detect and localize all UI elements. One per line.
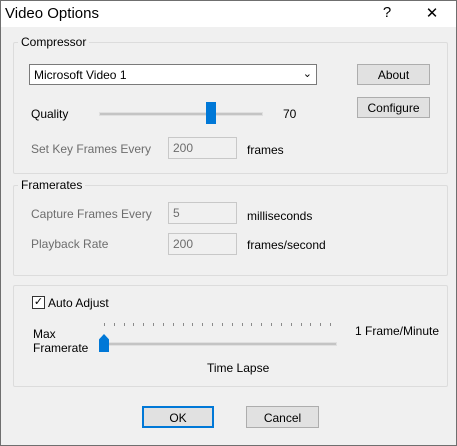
about-button[interactable]: About — [357, 64, 430, 85]
framerate-slider-tick — [173, 323, 174, 326]
title-bar: Video Options ? ✕ — [1, 1, 456, 27]
framerate-slider-tick — [124, 323, 125, 326]
close-icon[interactable]: ✕ — [422, 4, 442, 22]
max-framerate-label-line1: Max — [33, 327, 56, 341]
framerate-value: 1 Frame/Minute — [355, 324, 440, 338]
compressor-select[interactable]: Microsoft Video 1 ⌄ — [29, 64, 317, 85]
framerate-slider-tick — [281, 323, 282, 326]
quality-value: 70 — [283, 107, 297, 121]
framerate-slider-tick — [261, 323, 262, 326]
framerate-slider-tick — [133, 323, 134, 326]
cancel-button[interactable]: Cancel — [246, 406, 319, 428]
framerate-slider-tick — [301, 323, 302, 326]
framerate-slider-tick — [320, 323, 321, 326]
quality-slider[interactable] — [99, 102, 265, 126]
max-framerate-label-line2: Framerate — [33, 341, 89, 355]
compressor-select-value: Microsoft Video 1 — [34, 68, 127, 82]
framerate-slider-thumb[interactable] — [99, 334, 109, 352]
framerates-legend: Framerates — [18, 178, 86, 192]
capture-frames-input[interactable]: 5 — [168, 202, 237, 224]
framerate-slider-tick — [163, 323, 164, 326]
playback-rate-input[interactable]: 200 — [168, 233, 237, 255]
framerate-slider-tick — [251, 323, 252, 326]
checkmark-icon: ✓ — [33, 296, 44, 308]
framerate-slider-tick — [222, 323, 223, 326]
auto-adjust-checkbox-row[interactable]: ✓ Auto Adjust — [32, 295, 122, 311]
configure-button[interactable]: Configure — [357, 97, 430, 118]
ok-button[interactable]: OK — [142, 406, 214, 428]
playback-rate-unit: frames/second — [247, 238, 326, 252]
framerate-slider-tick — [232, 323, 233, 326]
keyframes-label: Set Key Frames Every — [31, 142, 152, 156]
framerate-slider-track — [99, 342, 337, 346]
quality-slider-track — [99, 112, 263, 116]
framerates-group — [13, 185, 448, 276]
framerate-slider-tick — [202, 323, 203, 326]
framerate-slider-tick — [310, 323, 311, 326]
time-lapse-label: Time Lapse — [207, 361, 270, 375]
capture-frames-unit: milliseconds — [247, 209, 313, 223]
chevron-down-icon: ⌄ — [302, 68, 312, 80]
keyframes-unit: frames — [247, 143, 284, 157]
quality-label: Quality — [31, 107, 69, 121]
framerate-slider-tick — [114, 323, 115, 326]
playback-rate-label: Playback Rate — [31, 237, 109, 251]
framerate-slider-tick — [242, 323, 243, 326]
quality-slider-thumb[interactable] — [206, 102, 216, 124]
framerate-slider[interactable] — [99, 321, 339, 355]
auto-adjust-label: Auto Adjust — [48, 296, 109, 310]
keyframes-input[interactable]: 200 — [168, 137, 237, 159]
framerate-slider-tick — [192, 323, 193, 326]
compressor-legend: Compressor — [18, 35, 90, 49]
auto-adjust-checkbox[interactable]: ✓ — [32, 296, 45, 309]
framerate-slider-tick — [212, 323, 213, 326]
framerate-slider-tick — [143, 323, 144, 326]
framerate-slider-tick — [330, 323, 331, 326]
framerate-slider-tick — [291, 323, 292, 326]
window-title: Video Options — [5, 5, 99, 22]
framerate-slider-ticks — [99, 321, 339, 327]
video-options-dialog: Video Options ? ✕ Compressor Microsoft V… — [0, 0, 457, 446]
capture-frames-label: Capture Frames Every — [31, 207, 152, 221]
framerate-slider-tick — [153, 323, 154, 326]
framerate-slider-tick — [104, 323, 105, 326]
help-button[interactable]: ? — [377, 4, 397, 21]
framerate-slider-tick — [183, 323, 184, 326]
framerate-slider-tick — [271, 323, 272, 326]
